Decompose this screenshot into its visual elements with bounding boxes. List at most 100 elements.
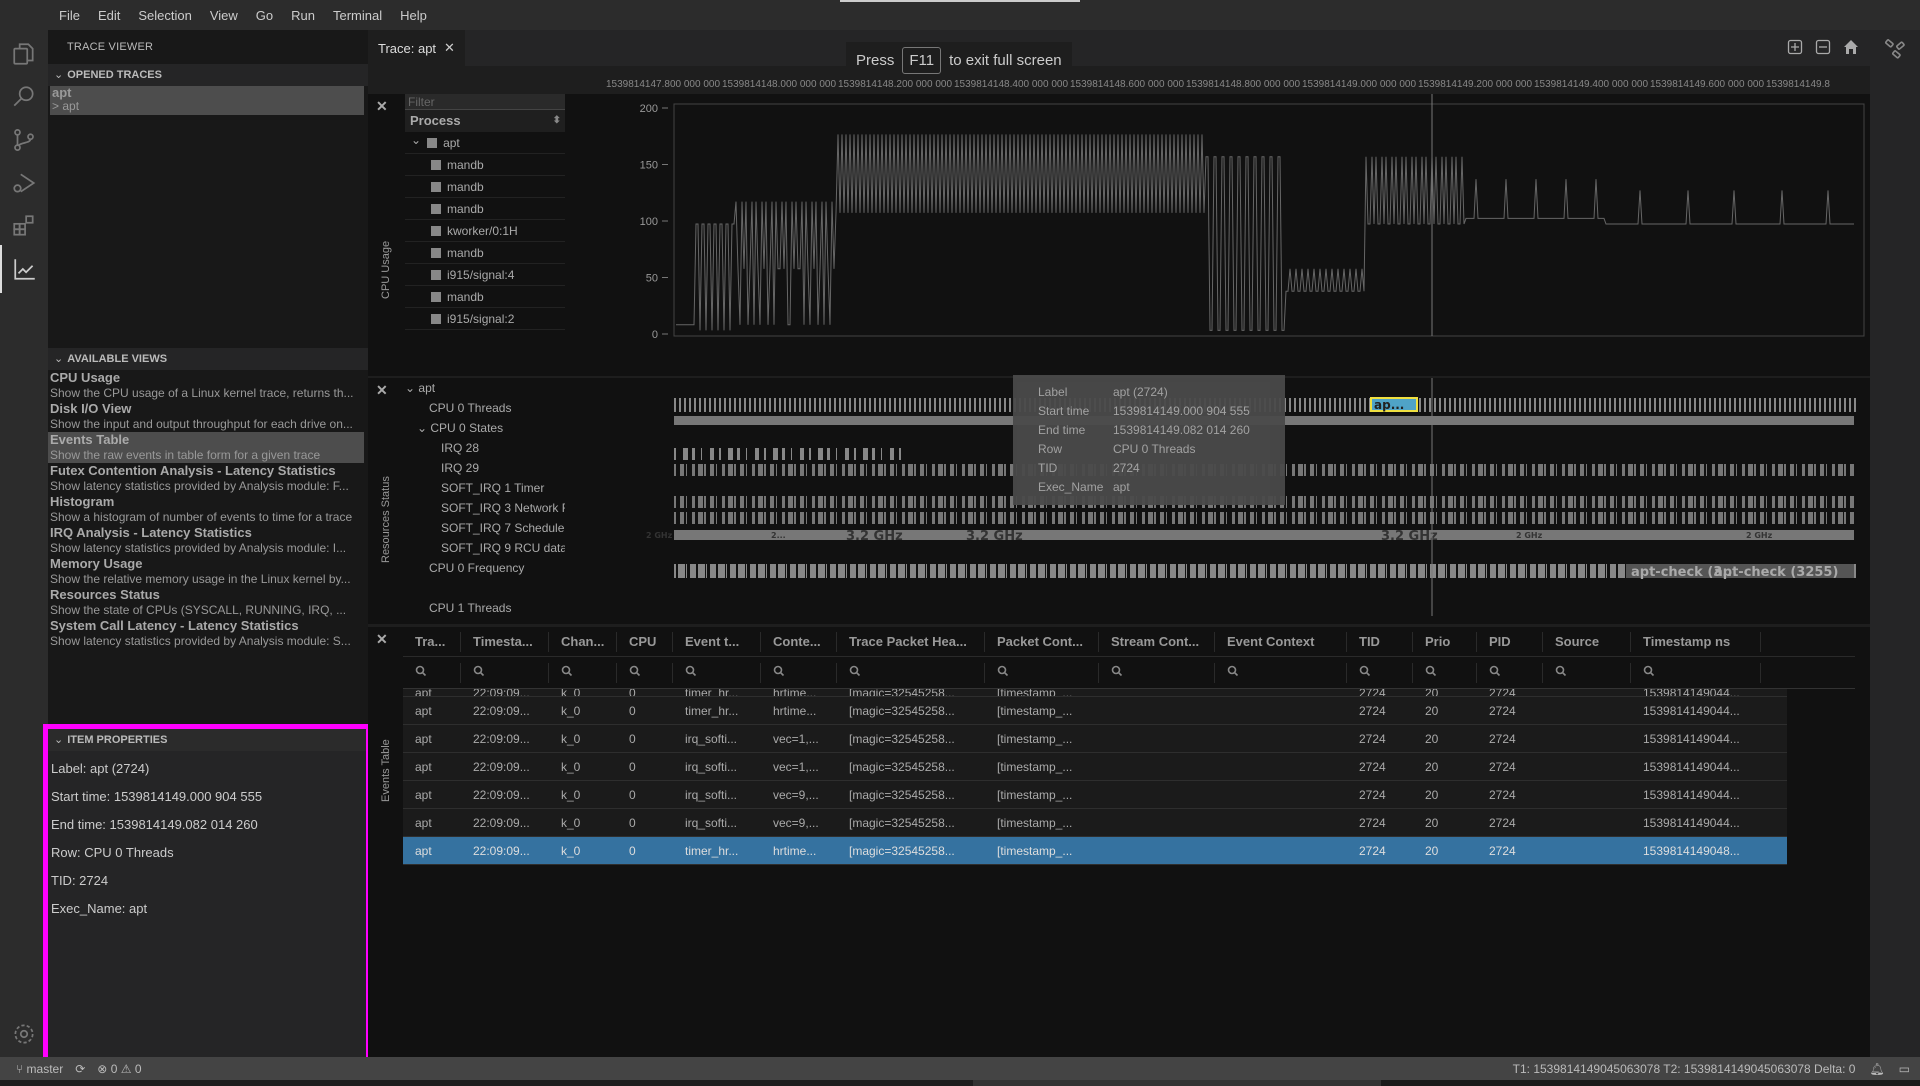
trace-graph-icon[interactable] — [1884, 38, 1906, 63]
column-header[interactable]: Stream Cont... — [1099, 631, 1215, 652]
process-checkbox[interactable] — [431, 159, 441, 170]
run-debug-icon[interactable] — [0, 159, 48, 207]
column-filter[interactable] — [1347, 662, 1413, 683]
column-filter[interactable] — [403, 662, 461, 683]
available-views-header[interactable]: ⌄ AVAILABLE VIEWS — [48, 348, 368, 370]
resource-row[interactable]: ⌄ apt — [405, 378, 565, 398]
table-row[interactable]: apt 22:09:09... k_0 0 irq_softi... vec=1,... [… — [403, 753, 1787, 781]
close-panel-icon[interactable]: ✕ — [376, 382, 388, 399]
resource-row[interactable]: IRQ 28 — [405, 438, 565, 458]
zoom-out-icon[interactable] — [1814, 38, 1832, 56]
resource-row[interactable]: SOFT_IRQ 7 Scheduler — [405, 518, 565, 538]
column-filter[interactable] — [1099, 662, 1215, 683]
notification-bell-icon[interactable]: 🔔︎ — [1869, 1062, 1884, 1076]
column-filter[interactable] — [761, 662, 837, 683]
search-icon[interactable] — [849, 665, 861, 680]
menu-view[interactable]: View — [201, 8, 247, 23]
column-filter[interactable] — [1543, 662, 1631, 683]
trace-viewer-icon[interactable] — [0, 245, 48, 293]
process-column-header[interactable]: Process ⬍ — [405, 110, 565, 132]
table-row[interactable]: apt 22:09:09... k_0 0 irq_softi... vec=9,... [… — [403, 809, 1787, 837]
column-filter[interactable] — [985, 662, 1099, 683]
process-row[interactable]: mandb — [405, 286, 565, 308]
chevron-down-icon[interactable]: ⌄ — [405, 381, 418, 395]
resource-row[interactable]: SOFT_IRQ 3 Network RX — [405, 498, 565, 518]
process-row[interactable]: mandb — [405, 176, 565, 198]
process-checkbox[interactable] — [431, 247, 441, 258]
table-row[interactable]: apt 22:09:09... k_0 0 timer_hr... hrtime... [m… — [403, 689, 1787, 697]
chevron-down-icon[interactable]: ⌄ — [417, 421, 430, 435]
resource-row[interactable]: SOFT_IRQ 1 Timer — [405, 478, 565, 498]
column-filter[interactable] — [837, 662, 985, 683]
close-panel-icon[interactable]: ✕ — [376, 631, 388, 648]
search-icon[interactable] — [1489, 665, 1501, 680]
resource-row[interactable] — [405, 578, 565, 598]
time-ruler[interactable]: 1539814147.800 000 000 1539814148.000 000… — [606, 72, 1866, 92]
item-properties-header[interactable]: ⌄ ITEM PROPERTIES — [48, 729, 366, 751]
column-header[interactable]: Packet Cont... — [985, 631, 1099, 652]
close-tab-icon[interactable]: ✕ — [444, 40, 455, 56]
search-icon[interactable] — [473, 665, 485, 680]
process-row[interactable]: ⌄ apt — [405, 132, 565, 154]
column-header[interactable]: Timestamp ns — [1631, 631, 1761, 652]
column-filter[interactable] — [1413, 662, 1477, 683]
search-icon[interactable] — [1555, 665, 1567, 680]
settings-gear-icon[interactable] — [0, 1010, 48, 1058]
column-header[interactable]: Chan... — [549, 631, 617, 652]
process-checkbox[interactable] — [427, 137, 438, 148]
process-row[interactable]: mandb — [405, 242, 565, 264]
menu-help[interactable]: Help — [391, 8, 436, 23]
column-filter[interactable] — [1631, 662, 1761, 683]
column-header[interactable]: Timesta... — [461, 631, 549, 652]
extensions-icon[interactable] — [0, 202, 48, 250]
table-row[interactable]: apt 22:09:09... k_0 0 irq_softi... vec=1,... [… — [403, 725, 1787, 753]
search-icon[interactable] — [561, 665, 573, 680]
source-control-icon[interactable] — [0, 116, 48, 164]
process-row[interactable]: kworker/0:1H — [405, 220, 565, 242]
column-header[interactable]: Prio — [1413, 631, 1477, 652]
explorer-icon[interactable] — [0, 30, 48, 78]
process-checkbox[interactable] — [431, 181, 441, 192]
view-item[interactable]: Events Table Show the raw events in table… — [48, 432, 364, 463]
menu-file[interactable]: File — [50, 8, 89, 23]
column-header[interactable]: Event t... — [673, 631, 761, 652]
table-row[interactable]: apt 22:09:09... k_0 0 timer_hr... hrtime... [m… — [403, 837, 1787, 865]
home-icon[interactable] — [1842, 38, 1860, 56]
process-checkbox[interactable] — [431, 291, 441, 302]
menu-terminal[interactable]: Terminal — [324, 8, 391, 23]
view-item[interactable]: Memory Usage Show the relative memory usa… — [48, 556, 364, 587]
process-checkbox[interactable] — [431, 313, 441, 324]
search-icon[interactable] — [685, 665, 697, 680]
sort-icon[interactable]: ⬍ — [553, 110, 561, 132]
resource-row[interactable]: IRQ 29 — [405, 458, 565, 478]
search-icon[interactable] — [0, 73, 48, 121]
column-header[interactable]: Source — [1543, 631, 1631, 652]
column-header[interactable]: TID — [1347, 631, 1413, 652]
resource-row[interactable]: ⌄ CPU 0 States — [405, 418, 565, 438]
search-icon[interactable] — [1359, 665, 1371, 680]
branch-indicator[interactable]: ⑂ master — [16, 1062, 63, 1076]
view-item[interactable]: IRQ Analysis - Latency Statistics Show la… — [48, 525, 364, 556]
column-header[interactable]: Event Context — [1215, 631, 1347, 652]
view-item[interactable]: System Call Latency - Latency Statistics… — [48, 618, 364, 649]
filter-input[interactable]: Filter — [405, 94, 565, 110]
process-checkbox[interactable] — [431, 203, 441, 214]
process-row[interactable]: mandb — [405, 198, 565, 220]
column-header[interactable]: PID — [1477, 631, 1543, 652]
column-header[interactable]: Trace Packet Hea... — [837, 631, 985, 652]
column-header[interactable]: Tra... — [403, 631, 461, 652]
search-icon[interactable] — [997, 665, 1009, 680]
column-filter[interactable] — [461, 662, 549, 683]
search-icon[interactable] — [1227, 665, 1239, 680]
close-panel-icon[interactable]: ✕ — [376, 98, 388, 115]
tab-trace-apt[interactable]: Trace: apt ✕ — [368, 30, 465, 66]
problems-indicator[interactable]: ⊗ 0 ⚠ 0 — [97, 1062, 141, 1076]
process-row[interactable]: i915/signal:2 — [405, 308, 565, 330]
search-icon[interactable] — [1425, 665, 1437, 680]
process-checkbox[interactable] — [431, 225, 441, 236]
column-header[interactable]: CPU — [617, 631, 673, 652]
search-icon[interactable] — [773, 665, 785, 680]
panel-layout-icon[interactable]: ▭ — [1899, 1062, 1910, 1076]
zoom-in-icon[interactable] — [1786, 38, 1804, 56]
sync-icon[interactable]: ⟳ — [75, 1062, 85, 1076]
